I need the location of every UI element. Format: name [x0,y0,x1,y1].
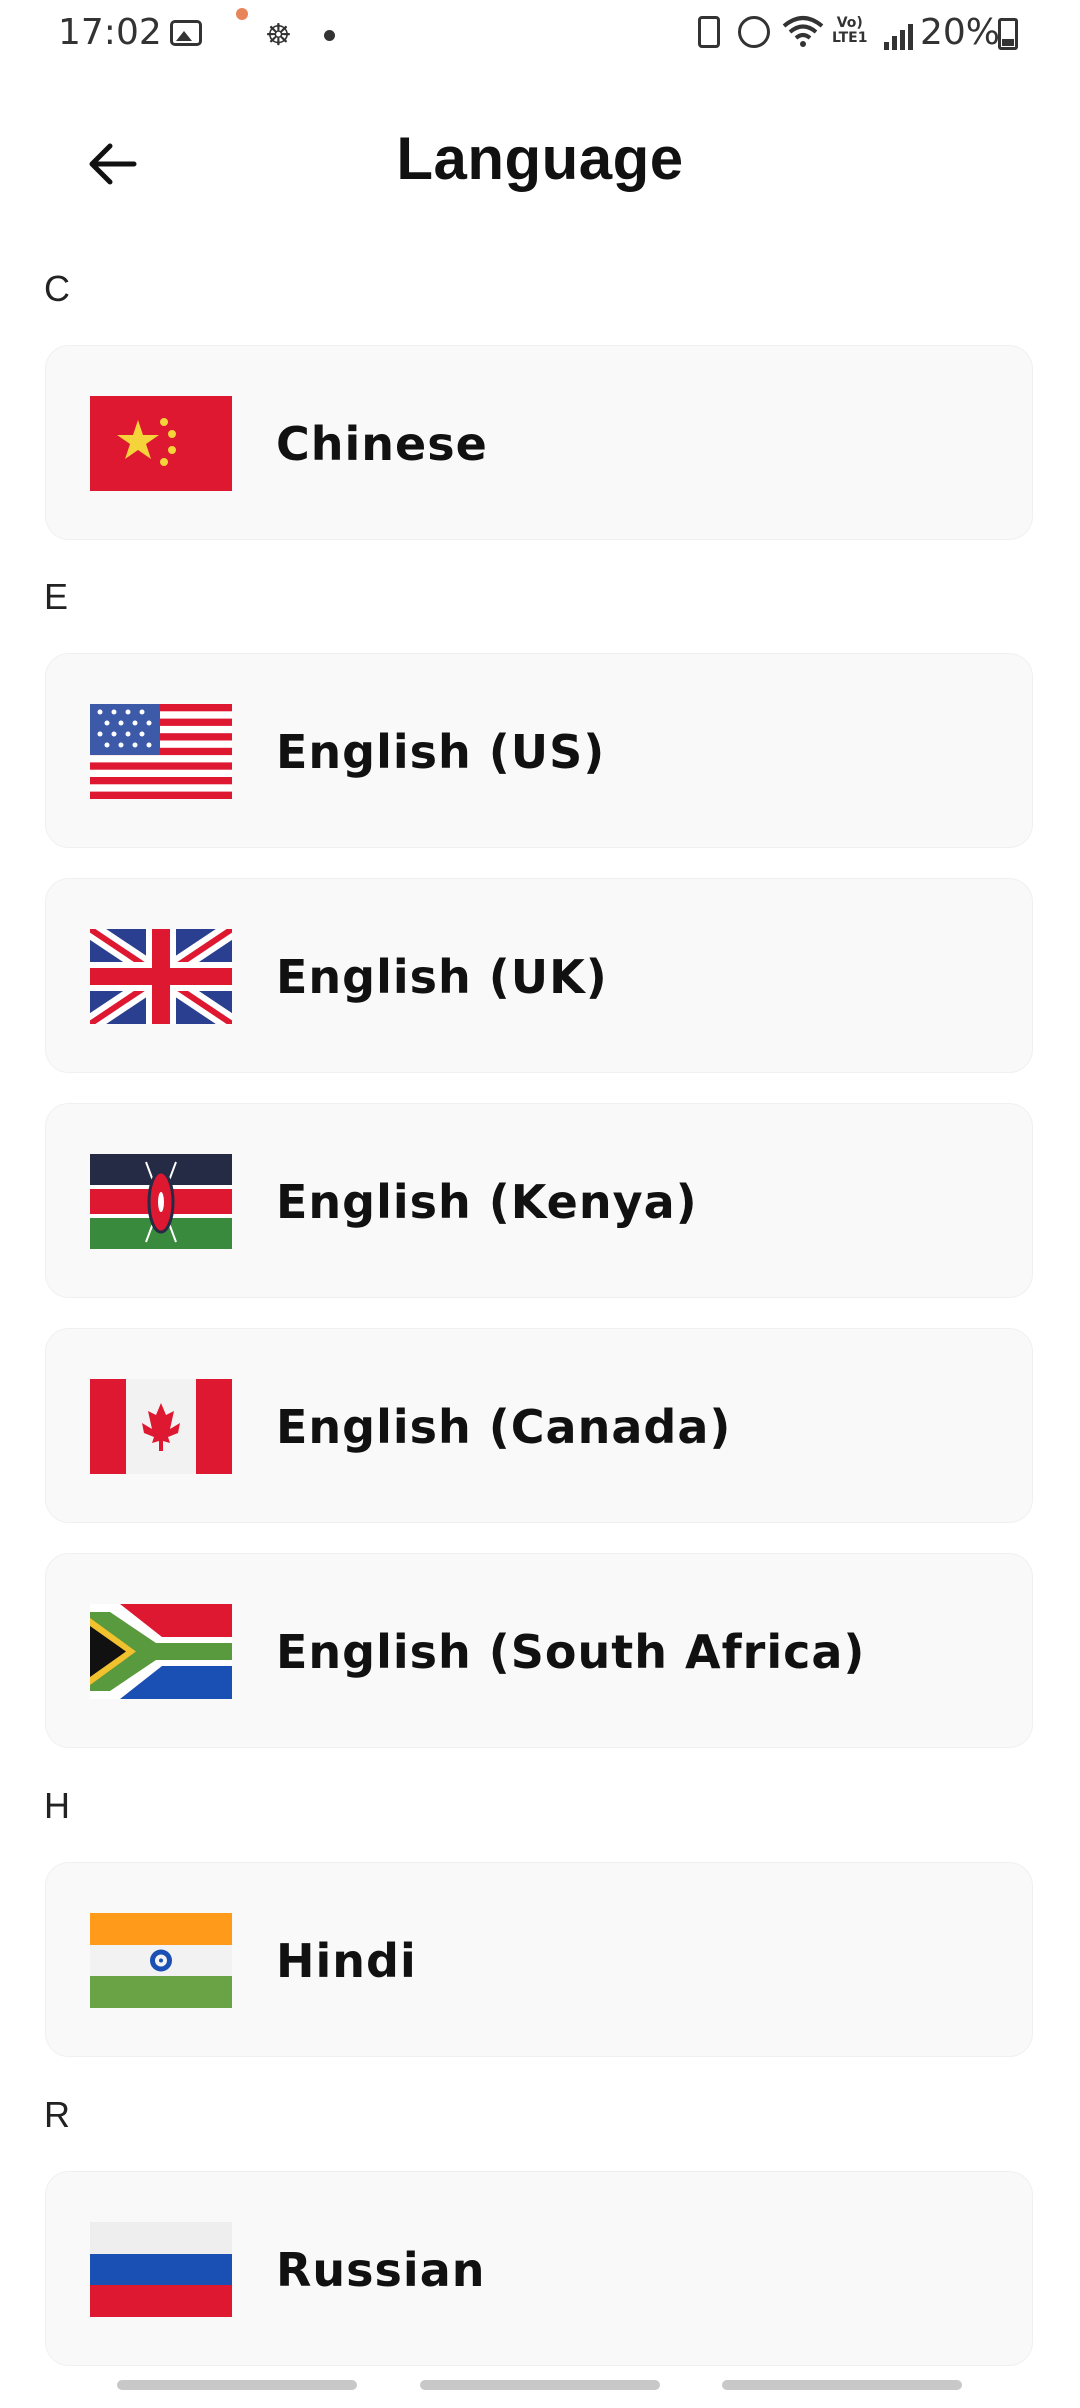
battery-saver-icon [698,16,720,48]
language-label: English (UK) [276,949,608,1004]
language-option-english-us[interactable]: English (US) [45,653,1033,848]
canada-flag-icon [90,1379,232,1474]
section-header-h: H [44,1785,70,1826]
wifi-icon [782,14,824,48]
battery-percent: 20% [920,12,1001,53]
language-label: English (US) [276,724,606,779]
alarm-icon [738,16,770,48]
russia-flag-icon [90,2222,232,2317]
india-flag-icon [90,1913,232,2008]
language-label: Chinese [276,416,488,471]
gallery-icon [170,20,202,46]
kenya-flag-icon [90,1154,232,1249]
more-notifications-icon [324,30,335,41]
china-flag-icon [90,396,232,491]
battery-icon [998,18,1018,50]
language-option-hindi[interactable]: Hindi [45,1862,1033,2057]
volte-line-2: LTE1 [832,30,868,46]
language-option-english-kenya[interactable]: English (Kenya) [45,1103,1033,1298]
nav-back-button[interactable] [722,2380,962,2390]
language-option-russian[interactable]: Russian [45,2171,1033,2366]
language-label: Russian [276,2242,486,2297]
language-option-chinese[interactable]: Chinese [45,345,1033,540]
language-label: English (Kenya) [276,1174,698,1229]
yoga-app-icon: ☸ [265,18,292,53]
section-header-r: R [44,2094,70,2135]
south-africa-flag-icon [90,1604,232,1699]
nav-recents-button[interactable] [117,2380,357,2390]
language-option-english-canada[interactable]: English (Canada) [45,1328,1033,1523]
section-header-c: C [44,268,70,309]
language-option-english-uk[interactable]: English (UK) [45,878,1033,1073]
volte-line-1: Vo) [836,15,863,31]
section-header-e: E [44,576,69,617]
language-label: English (South Africa) [276,1624,866,1679]
status-bar: 17:02 ☸ Vo) LTE1 20% [0,0,1080,70]
page-title: Language [396,125,684,192]
uk-flag-icon [90,929,232,1024]
notification-dot-icon [236,8,248,20]
language-label: Hindi [276,1933,417,1988]
volte-icon: Vo) LTE1 [832,16,867,46]
language-label: English (Canada) [276,1399,732,1454]
language-option-english-south-africa[interactable]: English (South Africa) [45,1553,1033,1748]
status-time: 17:02 [58,12,162,53]
usa-flag-icon [90,704,232,799]
nav-home-button[interactable] [420,2380,660,2390]
signal-icon [884,20,914,50]
